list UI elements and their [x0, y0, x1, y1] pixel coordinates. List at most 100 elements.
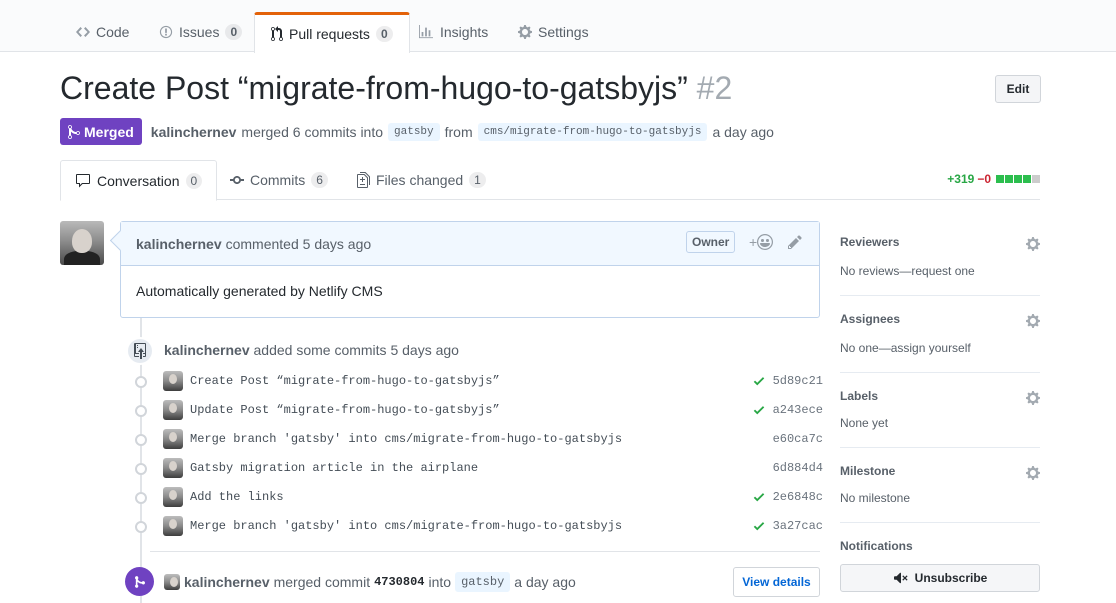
tab-commits-label: Commits: [250, 172, 306, 188]
tab-issues[interactable]: Issues 0: [143, 12, 258, 52]
tab-settings-label: Settings: [538, 24, 589, 40]
commit-sha[interactable]: 6d884d4: [767, 461, 823, 475]
unsubscribe-button[interactable]: Unsubscribe: [840, 564, 1040, 592]
gear-icon[interactable]: [1026, 390, 1040, 406]
pr-number: #2: [696, 70, 733, 106]
issue-icon: [159, 25, 173, 39]
comment-header: kalinchernev commented 5 days ago Owner …: [121, 222, 819, 266]
check-icon[interactable]: [752, 519, 766, 533]
avatar[interactable]: [60, 221, 104, 265]
comment-action[interactable]: commented 5 days ago: [226, 236, 372, 252]
merged-label: Merged: [84, 123, 134, 140]
edit-button[interactable]: Edit: [995, 75, 1041, 103]
commit-message[interactable]: Merge branch 'gatsby' into cms/migrate-f…: [190, 432, 767, 446]
tab-commits[interactable]: Commits 6: [216, 160, 342, 200]
commit-row: Merge branch 'gatsby' into cms/migrate-f…: [133, 511, 823, 540]
sidebar-notifications: Notifications: [840, 539, 1040, 553]
commit-sha[interactable]: 3a27cac: [767, 519, 823, 533]
commit-message[interactable]: Merge branch 'gatsby' into cms/migrate-f…: [190, 519, 752, 533]
pencil-icon[interactable]: [788, 234, 802, 250]
sidebar-divider: [840, 295, 1040, 296]
gear-icon: [518, 25, 532, 39]
merge-branch[interactable]: gatsby: [455, 572, 511, 592]
reviewers-heading[interactable]: Reviewers: [840, 235, 1040, 249]
smiley-icon: [757, 234, 774, 250]
conversation-count: 0: [185, 172, 203, 189]
gear-icon[interactable]: [1026, 313, 1040, 329]
diffstat-block: [1032, 175, 1040, 183]
commit-dot: [133, 520, 147, 533]
head-branch[interactable]: cms/migrate-from-hugo-to-gatsbyjs: [477, 122, 708, 141]
commit-sha[interactable]: e60ca7c: [767, 432, 823, 446]
base-branch[interactable]: gatsby: [388, 122, 440, 141]
pr-author-link[interactable]: kalinchernev: [151, 124, 237, 140]
commit-message[interactable]: Add the links: [190, 490, 752, 504]
avatar[interactable]: [163, 399, 183, 420]
gear-icon[interactable]: [1026, 465, 1040, 481]
comment-box: kalinchernev commented 5 days ago Owner …: [120, 221, 820, 318]
unsubscribe-label: Unsubscribe: [914, 571, 988, 585]
milestone-heading[interactable]: Milestone: [840, 464, 1040, 478]
avatar[interactable]: [163, 515, 183, 536]
sidebar-divider: [840, 522, 1040, 523]
avatar[interactable]: [163, 428, 183, 449]
timeline-divider: [150, 551, 820, 552]
assignees-heading[interactable]: Assignees: [840, 312, 1040, 326]
sidebar-assignees: Assignees No one—assign yourself: [840, 312, 1040, 355]
add-reaction-button[interactable]: +: [749, 234, 774, 250]
merged-status-badge: Merged: [60, 118, 142, 145]
avatar[interactable]: [163, 457, 183, 478]
labels-heading[interactable]: Labels: [840, 389, 1040, 403]
check-icon[interactable]: [752, 403, 766, 417]
comment-icon: [76, 173, 90, 187]
code-icon: [76, 27, 90, 37]
tab-files-changed[interactable]: Files changed 1: [343, 160, 500, 200]
file-diff-icon: [357, 172, 370, 188]
gear-icon[interactable]: [1026, 236, 1040, 252]
commit-message[interactable]: Create Post “migrate-from-hugo-to-gatsby…: [190, 374, 752, 388]
issues-count: 0: [225, 24, 243, 40]
avatar[interactable]: [163, 370, 183, 391]
merge-author-link[interactable]: kalinchernev: [184, 574, 270, 590]
commit-sha[interactable]: 5d89c21: [767, 374, 823, 388]
tab-conversation-label: Conversation: [97, 172, 180, 189]
diffstat-block: [996, 175, 1004, 183]
commit-row: Merge branch 'gatsby' into cms/migrate-f…: [133, 424, 823, 453]
commits-event-text: added some commits 5 days ago: [253, 342, 459, 358]
commit-message[interactable]: Gatsby migration article in the airplane: [190, 461, 767, 475]
commit-message[interactable]: Update Post “migrate-from-hugo-to-gatsby…: [190, 403, 752, 417]
merge-time[interactable]: a day ago: [514, 574, 576, 590]
merge-icon: [134, 575, 145, 588]
from-text: from: [444, 123, 473, 140]
check-icon[interactable]: [752, 374, 766, 388]
merge-action: merged commit: [273, 574, 371, 590]
check-icon[interactable]: [752, 490, 766, 504]
pr-meta: Merged kalinchernev merged 6 commits int…: [60, 118, 774, 145]
view-details-button[interactable]: View details: [733, 567, 820, 597]
merged-time[interactable]: a day ago: [712, 124, 774, 140]
commit-sha[interactable]: a243ece: [767, 403, 823, 417]
tab-insights[interactable]: Insights: [402, 12, 504, 52]
tab-insights-label: Insights: [440, 24, 489, 40]
avatar[interactable]: [164, 574, 180, 590]
commit-dot: [133, 462, 147, 475]
commits-author-link[interactable]: kalinchernev: [164, 342, 250, 358]
diffstat[interactable]: +319 −0: [947, 172, 1040, 186]
avatar[interactable]: [163, 486, 183, 507]
repo-push-badge: [126, 337, 154, 365]
repo-nav: Code Issues 0 Pull requests 0 Insights S…: [0, 0, 1116, 53]
tab-code[interactable]: Code: [60, 12, 145, 52]
commit-sha[interactable]: 2e6848c: [767, 490, 823, 504]
tab-settings[interactable]: Settings: [502, 12, 605, 52]
diffstat-block: [1005, 175, 1013, 183]
tab-conversation[interactable]: Conversation 0: [60, 160, 218, 201]
merge-commit-sha[interactable]: 4730804: [374, 575, 424, 589]
assignees-value[interactable]: No one—assign yourself: [840, 341, 1040, 355]
sidebar-divider: [840, 372, 1040, 373]
comment-author-link[interactable]: kalinchernev: [136, 236, 222, 252]
plus-text: +: [749, 234, 758, 250]
commit-row: Add the links 2e6848c: [133, 482, 823, 511]
diffstat-blocks: [996, 175, 1040, 183]
tab-pull-requests[interactable]: Pull requests 0: [254, 12, 410, 53]
reviewers-value[interactable]: No reviews—request one: [840, 264, 1040, 278]
